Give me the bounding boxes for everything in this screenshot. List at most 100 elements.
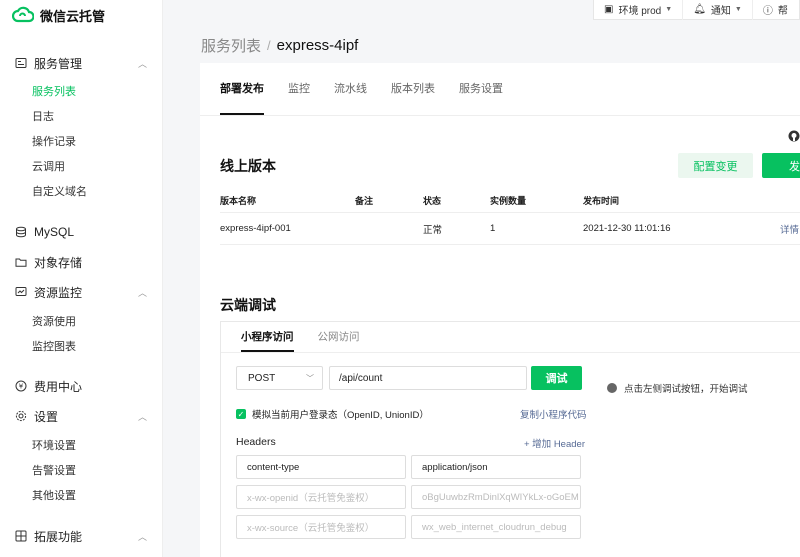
copy-code-link[interactable]: 复制小程序代码 [520,407,587,421]
chevron-up-icon[interactable]: ︿ [138,57,147,70]
chevron-up-icon[interactable]: ︿ [138,410,147,423]
database-icon [14,225,28,239]
method-select[interactable]: POST ﹀ [236,366,323,390]
headers-label: Headers [236,436,276,448]
sidebar-item-alert-settings[interactable]: 告警设置 [32,460,76,480]
cell-instances: 1 [490,223,496,234]
simulate-login-label: 模拟当前用户登录态（OpenID, UnionID） [252,410,429,421]
calendar-icon: ▣ [604,4,614,15]
col-publish-time: 发布时间 [583,196,620,206]
publish-button[interactable]: 发布 [762,153,800,178]
sidebar-item-resource-usage[interactable]: 资源使用 [32,311,76,331]
tab-public-access[interactable]: 公网访问 [318,322,360,352]
nav-group-mysql[interactable]: MySQL [0,220,163,244]
help-menu[interactable]: ⓘ 帮 [753,0,798,20]
status-dot-icon [607,383,617,393]
sidebar-item-monitor-charts[interactable]: 监控图表 [32,336,76,356]
sidebar-item-env-settings[interactable]: 环境设置 [32,435,76,455]
nav-group-label: MySQL [34,225,75,239]
nav-group-label: 设置 [34,409,59,424]
folder-icon [14,255,28,269]
cell-publish-time: 2021-12-30 11:01:16 [583,223,671,234]
top-bar: ▣ 环境 prod ▼ 🔔︎ 通知 ▼ ⓘ 帮 [593,0,800,20]
tab-miniprogram-access[interactable]: 小程序访问 [241,322,294,352]
tab-service-settings[interactable]: 服务设置 [459,63,503,115]
app-title: 微信云托管 [40,8,106,24]
nav-group-service[interactable]: 服务管理 ︿ [0,51,163,75]
service-tabs: 部署发布 监控 流水线 版本列表 服务设置 [220,63,527,115]
nav-group-label: 服务管理 [34,56,83,71]
chevron-up-icon[interactable]: ︿ [138,530,147,543]
sidebar: 微信云托管 服务管理 ︿ 服务列表 日志 操作记录 云调用 自定义域名 MySQ… [0,0,163,557]
method-value: POST [248,372,276,384]
monitor-icon [14,285,28,299]
nav-group-label: 费用中心 [34,379,83,394]
path-input[interactable]: /api/count [329,366,527,390]
tab-pipeline[interactable]: 流水线 [334,63,367,115]
header-value-field[interactable]: wx_web_internet_cloudrun_debug [411,515,581,539]
versions-table: 版本名称 备注 状态 实例数量 发布时间 express-4ipf-001 正常… [220,189,800,245]
sidebar-item-custom-domain[interactable]: 自定义域名 [32,181,87,201]
bell-icon: 🔔︎ [693,4,706,15]
table-row: express-4ipf-001 正常 1 2021-12-30 11:01:1… [220,213,800,245]
nav-group-resource-monitor[interactable]: 资源监控 ︿ [0,280,163,304]
github-icon[interactable] [788,130,800,142]
breadcrumb-current: express-4ipf [276,37,359,54]
nav-group-label: 资源监控 [34,285,83,300]
hint-text: 点击左侧调试按钮，开始调试 [624,384,748,395]
notify-label: 通知 [710,6,731,17]
main-panel: 部署发布 监控 流水线 版本列表 服务设置 线上版本 配置变更 发布 版本名称 … [200,63,800,557]
col-status: 状态 [423,196,442,206]
extension-icon [14,529,28,543]
nav-group-fee-center[interactable]: ¥ 费用中心 [0,374,163,398]
config-change-button[interactable]: 配置变更 [678,153,753,178]
notify-menu[interactable]: 🔔︎ 通知 ▼ [683,0,753,20]
debug-tabs: 小程序访问 公网访问 [241,322,384,352]
header-key-field[interactable]: x-wx-source（云托管免鉴权） [236,515,406,539]
simulate-login-checkbox[interactable]: ✓ [236,409,246,419]
header-key-field[interactable]: content-type [236,455,406,479]
col-version-name: 版本名称 [220,196,257,206]
debug-button[interactable]: 调试 [531,366,582,390]
env-selector[interactable]: ▣ 环境 prod ▼ [594,0,684,20]
tab-versions[interactable]: 版本列表 [391,63,435,115]
tabs-divider [200,115,800,116]
sidebar-item-other-settings[interactable]: 其他设置 [32,485,76,505]
caret-down-icon: ▼ [734,6,742,13]
table-header-row: 版本名称 备注 状态 实例数量 发布时间 [220,189,800,213]
chevron-up-icon[interactable]: ︿ [138,286,147,299]
nav-group-label: 拓展功能 [34,529,83,544]
caret-down-icon: ▼ [665,6,673,13]
breadcrumb-separator: / [267,38,271,53]
cell-version-name: express-4ipf-001 [220,223,291,234]
svg-text:¥: ¥ [19,383,24,391]
env-label: 环境 prod [618,6,662,17]
fee-icon: ¥ [14,379,28,393]
chevron-down-icon: ﹀ [306,374,314,383]
sidebar-item-operation-records[interactable]: 操作记录 [32,131,76,151]
nav-group-object-storage[interactable]: 对象存储 [0,250,163,274]
header-key-field[interactable]: x-wx-openid（云托管免鉴权） [236,485,406,509]
nav-group-settings[interactable]: 设置 ︿ [0,404,163,428]
cell-status: 正常 [423,224,443,236]
sidebar-item-service-list[interactable]: 服务列表 [32,81,76,101]
nav-group-extensions[interactable]: 拓展功能 ︿ [0,524,163,548]
cloud-logo-icon [12,6,34,24]
app-logo[interactable]: 微信云托管 [12,4,105,26]
header-value-field[interactable]: application/json [411,455,581,479]
cloud-debug-card: 小程序访问 公网访问 POST ﹀ /api/count 调试 点击左侧调试按钮… [220,321,800,557]
add-header-link[interactable]: + 增加 Header [524,436,585,450]
sidebar-item-logs[interactable]: 日志 [32,106,54,126]
details-link[interactable]: 详情 [780,213,799,244]
tab-deploy[interactable]: 部署发布 [220,63,264,115]
help-label: 帮 [777,6,788,17]
cloud-debug-title: 云端调试 [220,297,276,313]
col-instances: 实例数量 [490,196,527,206]
sidebar-item-cloud-call[interactable]: 云调用 [32,156,65,176]
breadcrumb-service-list[interactable]: 服务列表 [201,35,261,56]
header-value-field[interactable]: oBgUuwbzRmDinlXqWIYkLx-oGoEM [411,485,581,509]
tab-monitor[interactable]: 监控 [288,63,310,115]
help-icon: ⓘ [762,6,773,17]
debug-hint: 点击左侧调试按钮，开始调试 [607,381,748,395]
publish-label: 发布 [789,160,800,173]
